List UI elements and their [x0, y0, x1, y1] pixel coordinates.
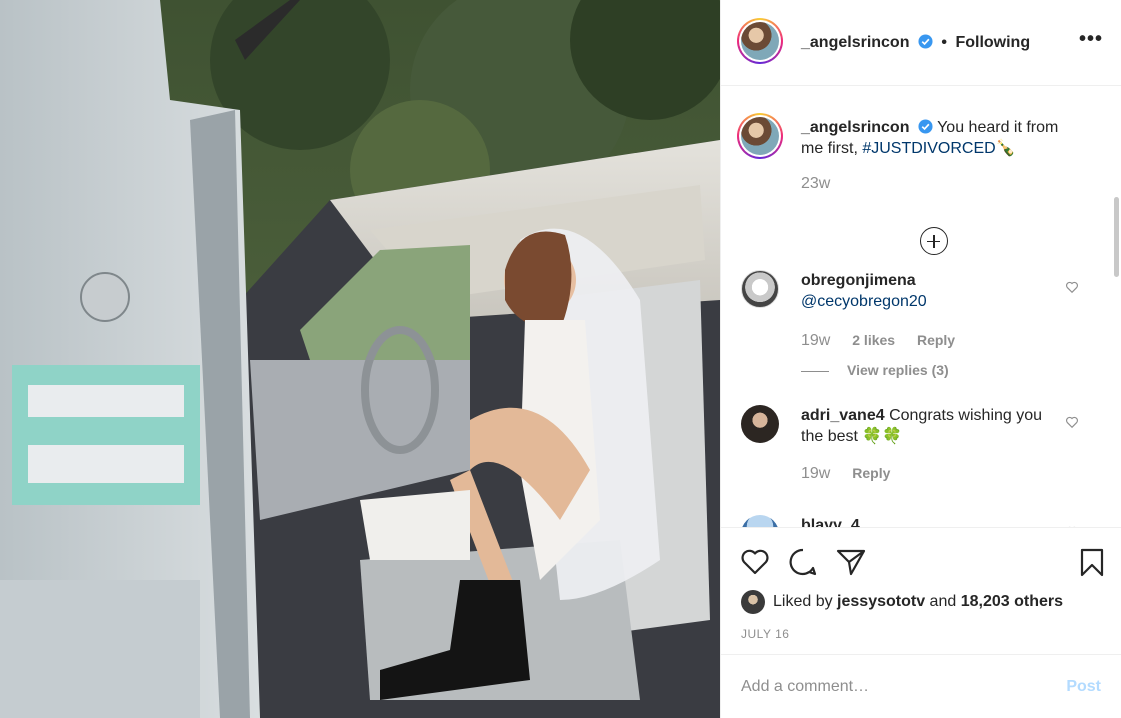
comments-list[interactable]: _angelsrincon You heard it from me first…: [721, 87, 1121, 527]
caption-timestamp[interactable]: 23w: [801, 175, 830, 193]
commenter-avatar[interactable]: [741, 405, 779, 443]
post-detail-panel: _angelsrincon • Following ••• _angelsrin…: [720, 0, 1121, 718]
post-date[interactable]: JULY 16: [741, 627, 789, 641]
heart-icon[interactable]: [739, 546, 771, 578]
commenter-avatar[interactable]: [741, 270, 779, 308]
comment-username[interactable]: blayy_4: [801, 517, 860, 527]
comment-text: obregonjimena @cecyobregon20: [801, 270, 1061, 312]
author-avatar[interactable]: [737, 18, 783, 64]
more-options-icon[interactable]: •••: [1079, 29, 1103, 49]
liker-username[interactable]: jessysototv: [837, 593, 925, 611]
post-actions: Liked by jessysototv and 18,203 others J…: [721, 527, 1121, 718]
post-header: _angelsrincon • Following •••: [721, 0, 1121, 86]
post-author-line: _angelsrincon • Following: [801, 34, 1030, 52]
author-username[interactable]: _angelsrincon: [801, 34, 909, 51]
comment-bubble-icon[interactable]: [787, 546, 819, 578]
caption-author-avatar[interactable]: [737, 113, 783, 159]
caption-username[interactable]: _angelsrincon: [801, 119, 909, 136]
scrollbar[interactable]: [1114, 197, 1119, 277]
following-button[interactable]: Following: [955, 34, 1030, 51]
comment-time[interactable]: 19w: [801, 465, 830, 482]
comment-mention[interactable]: @cecyobregon20: [801, 291, 1061, 312]
comment-heart-icon[interactable]: [1065, 280, 1079, 294]
post-image[interactable]: [0, 0, 720, 718]
liker-avatar[interactable]: [741, 590, 765, 614]
likes-summary: Liked by jessysototv and 18,203 others: [741, 590, 1063, 614]
verified-badge-icon: [918, 34, 933, 49]
likes-others-count[interactable]: 18,203 others: [961, 593, 1063, 611]
post-comment-button[interactable]: Post: [1066, 678, 1101, 696]
caption-hashtag[interactable]: #JUSTDIVORCED: [862, 140, 995, 157]
caption-emoji: 🍾: [995, 140, 1016, 157]
comment-username[interactable]: obregonjimena: [801, 270, 1061, 291]
comment-heart-icon[interactable]: [1065, 415, 1079, 429]
view-replies-button[interactable]: View replies (3): [801, 362, 949, 378]
caption-text: _angelsrincon You heard it from me first…: [801, 117, 1081, 159]
separator-dot: •: [941, 34, 947, 51]
replies-divider: [801, 370, 829, 372]
comment-text: blayy_4: [801, 515, 1061, 527]
paper-plane-icon[interactable]: [835, 546, 867, 578]
reply-button[interactable]: Reply: [917, 332, 955, 348]
add-comment-bar: Add a comment… Post: [721, 654, 1121, 718]
comment-meta: 19w 2 likes Reply: [801, 332, 973, 350]
commenter-avatar[interactable]: [741, 515, 779, 527]
liked-by-label: Liked by: [773, 593, 833, 610]
comment-username[interactable]: adri_vane4: [801, 407, 885, 424]
verified-badge-icon: [918, 119, 933, 134]
bookmark-icon[interactable]: [1076, 546, 1108, 578]
reply-button[interactable]: Reply: [852, 465, 890, 481]
plus-circle-icon[interactable]: [920, 227, 948, 255]
post-photo: [0, 0, 720, 718]
comment-text: adri_vane4 Congrats wishing you the best…: [801, 405, 1061, 447]
comment-meta: 19w Reply: [801, 465, 908, 483]
comment-time[interactable]: 19w: [801, 332, 830, 349]
likes-and: and: [929, 593, 957, 610]
comment-likes[interactable]: 2 likes: [852, 332, 895, 348]
comment-input[interactable]: Add a comment…: [741, 678, 869, 696]
view-replies-label: View replies (3): [847, 362, 949, 378]
